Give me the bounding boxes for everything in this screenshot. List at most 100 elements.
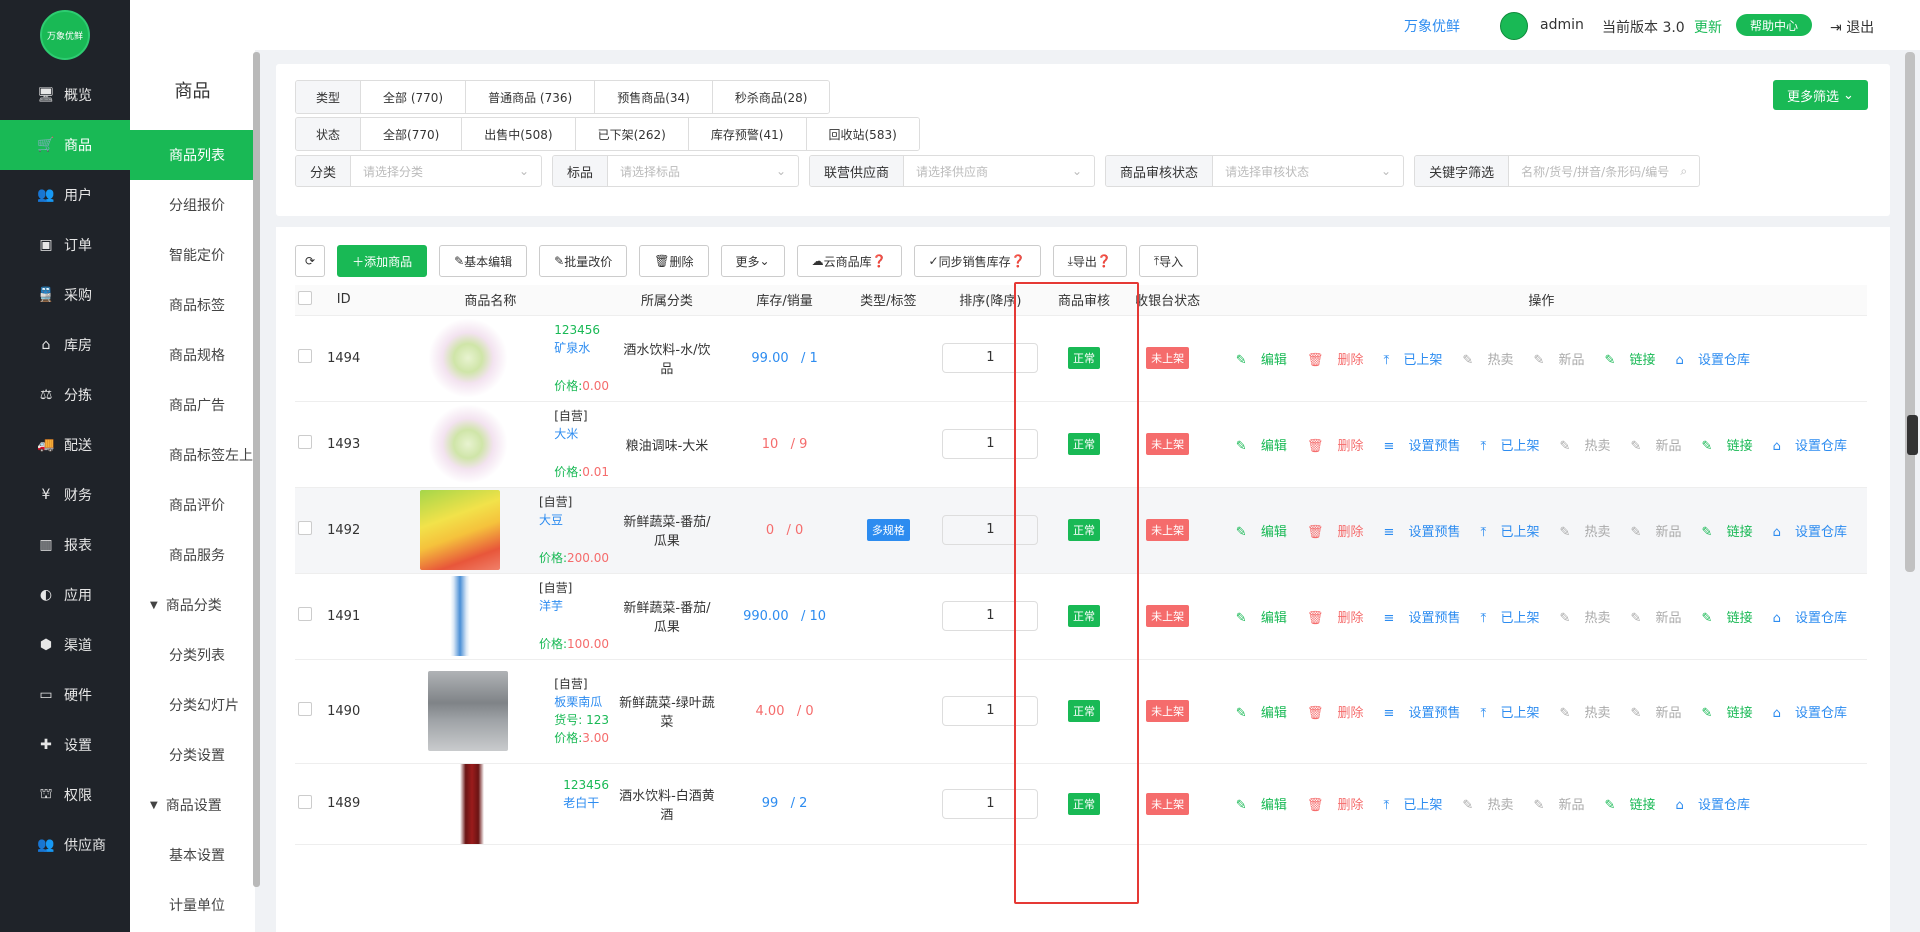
nav-item-1[interactable]: 🛒 商品: [0, 120, 130, 170]
brand-link[interactable]: 万象优鲜: [1404, 16, 1460, 36]
row-action[interactable]: ✎ 编辑: [1236, 798, 1297, 813]
nav-item-10[interactable]: ◐ 应用: [0, 570, 130, 620]
product-name-link[interactable]: 老白干: [563, 794, 609, 812]
sub-nav-item[interactable]: 分组报价: [130, 180, 255, 230]
select-all-checkbox[interactable]: [298, 290, 313, 305]
product-thumbnail[interactable]: [427, 404, 508, 484]
export-button[interactable]: ⤓ 导出 ❓: [1052, 245, 1127, 277]
row-action[interactable]: 🗑 删除: [1307, 611, 1374, 626]
row-action[interactable]: ✎ 新品: [1631, 439, 1692, 454]
update-link[interactable]: 更新: [1694, 17, 1722, 37]
row-action[interactable]: ✎ 热卖: [1559, 439, 1620, 454]
nav-item-12[interactable]: ▭ 硬件: [0, 670, 130, 720]
row-checkbox[interactable]: [298, 607, 313, 621]
stock-value[interactable]: 99.00: [751, 351, 788, 366]
nav-item-7[interactable]: 🚚 配送: [0, 420, 130, 470]
select-filter-box[interactable]: 请选择审核状态 ⌄: [1213, 156, 1403, 186]
nav-item-14[interactable]: ⛫ 权限: [0, 770, 130, 820]
select-filter[interactable]: 分类 请选择分类 ⌄: [295, 155, 543, 187]
product-name-link[interactable]: 大豆: [539, 511, 609, 529]
row-action[interactable]: ✎ 链接: [1702, 611, 1763, 626]
batch-price-button[interactable]: ✎ 批量改价: [539, 245, 628, 277]
filter-option[interactable]: 出售中(508): [461, 118, 575, 150]
row-action[interactable]: 🗑 删除: [1307, 706, 1374, 721]
row-action[interactable]: ✎ 新品: [1631, 706, 1692, 721]
nav-item-6[interactable]: ⚖ 分拣: [0, 370, 130, 420]
row-action[interactable]: ⌂ 设置仓库: [1773, 439, 1857, 454]
nav-item-13[interactable]: ✚ 设置: [0, 720, 130, 770]
more-filters-button[interactable]: 更多筛选 ⌄: [1773, 80, 1868, 110]
nav-item-11[interactable]: ⬢ 渠道: [0, 620, 130, 670]
nav-item-8[interactable]: ¥ 财务: [0, 470, 130, 520]
scroll-handle[interactable]: [1907, 415, 1918, 455]
row-action[interactable]: ✎ 热卖: [1559, 525, 1620, 540]
row-checkbox[interactable]: [298, 435, 313, 449]
select-filter[interactable]: 标品 请选择标品 ⌄: [552, 155, 800, 187]
row-action[interactable]: ⌂ 设置仓库: [1676, 798, 1760, 813]
product-name-link[interactable]: 洋芋: [539, 597, 609, 615]
row-action[interactable]: ✎ 热卖: [1559, 706, 1620, 721]
row-action[interactable]: ✎ 新品: [1631, 611, 1692, 626]
sub-nav-item[interactable]: 分类列表: [130, 630, 255, 680]
sub-nav-item[interactable]: 商品标签: [130, 280, 255, 330]
username[interactable]: admin: [1540, 17, 1584, 33]
row-action[interactable]: ⌂ 设置仓库: [1676, 353, 1760, 368]
product-name-link[interactable]: 板栗南瓜: [554, 693, 609, 711]
row-action[interactable]: ≡ 设置预售: [1384, 439, 1471, 454]
product-thumbnail[interactable]: [432, 763, 513, 844]
sub-nav-item[interactable]: 基本设置: [130, 830, 255, 880]
select-filter-box[interactable]: 请选择供应商 ⌄: [904, 156, 1094, 186]
filter-option[interactable]: 回收站(583): [805, 118, 919, 150]
delete-button[interactable]: 🗑 删除: [639, 245, 709, 277]
row-action[interactable]: ✎ 链接: [1605, 798, 1666, 813]
pos-status-badge[interactable]: 未上架: [1146, 519, 1190, 541]
row-action[interactable]: 🗑 删除: [1307, 353, 1374, 368]
select-filter[interactable]: 关键字筛选 名称/货号/拼音/条形码/编号 ⌕: [1414, 155, 1701, 187]
import-button[interactable]: ⤒ 导入: [1138, 245, 1199, 277]
select-filter[interactable]: 商品审核状态 请选择审核状态 ⌄: [1105, 155, 1405, 187]
sync-stock-button[interactable]: ✓ 同步销售库存 ❓: [913, 245, 1041, 277]
row-action[interactable]: ⤒ 已上架: [1481, 611, 1550, 626]
row-action[interactable]: ✎ 编辑: [1236, 525, 1297, 540]
nav-item-2[interactable]: 👥 用户: [0, 170, 130, 220]
filter-option[interactable]: 全部 (770): [360, 81, 466, 113]
nav-item-15[interactable]: 👥 供应商: [0, 820, 130, 870]
row-checkbox[interactable]: [298, 349, 313, 363]
filter-option[interactable]: 全部(770): [360, 118, 462, 150]
row-action[interactable]: ⌂ 设置仓库: [1773, 611, 1857, 626]
row-action[interactable]: ✎ 热卖: [1462, 798, 1523, 813]
refresh-button[interactable]: ⟳: [295, 245, 326, 277]
page-scrollbar[interactable]: [1905, 52, 1915, 572]
filter-option[interactable]: 预售商品(34): [594, 81, 712, 113]
cloud-library-button[interactable]: ☁ 云商品库 ❓: [796, 245, 902, 277]
nav-item-4[interactable]: 🚆 采购: [0, 270, 130, 320]
row-checkbox[interactable]: [298, 794, 313, 809]
row-action[interactable]: ✎ 热卖: [1462, 353, 1523, 368]
row-action[interactable]: ⌂ 设置仓库: [1773, 525, 1857, 540]
filter-option[interactable]: 库存预警(41): [687, 118, 806, 150]
row-action[interactable]: ⤒ 已上架: [1481, 439, 1550, 454]
sub-nav-item[interactable]: 商品广告: [130, 380, 255, 430]
pos-status-badge[interactable]: 未上架: [1146, 792, 1190, 815]
row-action[interactable]: ✎ 新品: [1533, 798, 1594, 813]
stock-value[interactable]: 4.00: [756, 704, 785, 719]
sub-nav-item[interactable]: 商品列表: [130, 130, 255, 180]
row-action[interactable]: ✎ 链接: [1605, 353, 1666, 368]
select-filter-box[interactable]: 请选择标品 ⌄: [608, 156, 798, 186]
row-action[interactable]: ⤒ 已上架: [1384, 353, 1453, 368]
row-action[interactable]: ✎ 编辑: [1236, 706, 1297, 721]
pos-status-badge[interactable]: 未上架: [1146, 347, 1190, 369]
product-thumbnail[interactable]: [427, 671, 508, 751]
row-action[interactable]: ✎ 新品: [1631, 525, 1692, 540]
sub-nav-item[interactable]: 计量单位: [130, 880, 255, 930]
sub-nav-item[interactable]: 商品评价: [130, 480, 255, 530]
sub-nav-item[interactable]: 分类设置: [130, 730, 255, 780]
nav-item-5[interactable]: ⌂ 库房: [0, 320, 130, 370]
help-center-button[interactable]: 帮助中心: [1736, 14, 1812, 36]
sub-sidebar-scrollbar[interactable]: [253, 52, 260, 887]
col-id[interactable]: ID: [315, 285, 372, 316]
product-thumbnail[interactable]: [420, 576, 501, 656]
row-action[interactable]: ✎ 编辑: [1236, 353, 1297, 368]
nav-item-3[interactable]: ▣ 订单: [0, 220, 130, 270]
row-action[interactable]: ⤒ 已上架: [1384, 798, 1453, 813]
